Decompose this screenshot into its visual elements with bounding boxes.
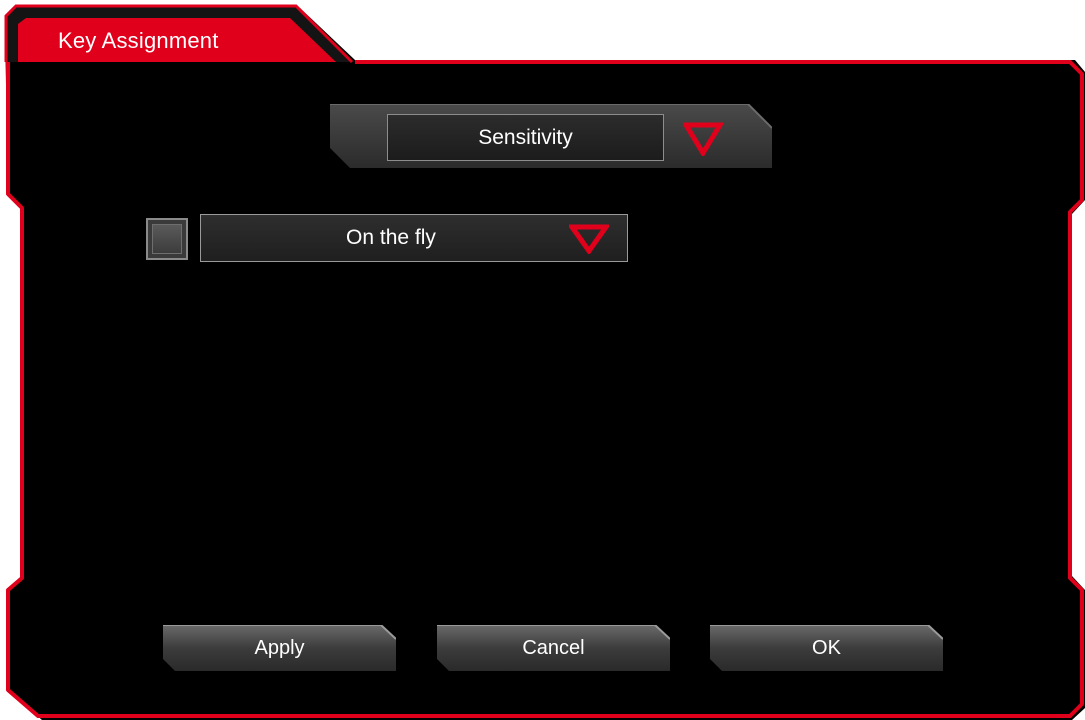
ok-button-label: OK [812, 636, 841, 659]
ok-button[interactable]: OK [710, 625, 943, 671]
checkbox-face [152, 224, 182, 254]
function-select-value[interactable]: Sensitivity [387, 114, 664, 161]
window-title: Key Assignment [58, 28, 219, 53]
function-dropdown-arrow-icon[interactable] [683, 122, 723, 156]
cancel-button-label: Cancel [522, 636, 585, 659]
apply-button-label: Apply [254, 636, 305, 659]
cancel-button[interactable]: Cancel [437, 625, 670, 671]
mode-dropdown-arrow-icon [569, 224, 609, 254]
apply-button[interactable]: Apply [163, 625, 396, 671]
mode-dropdown-value: On the fly [346, 226, 436, 249]
mode-dropdown[interactable]: On the fly [200, 214, 628, 262]
key-assignment-window: Key Assignment Sensitivity On the fly Ap… [0, 0, 1085, 720]
mode-checkbox[interactable] [146, 218, 188, 260]
